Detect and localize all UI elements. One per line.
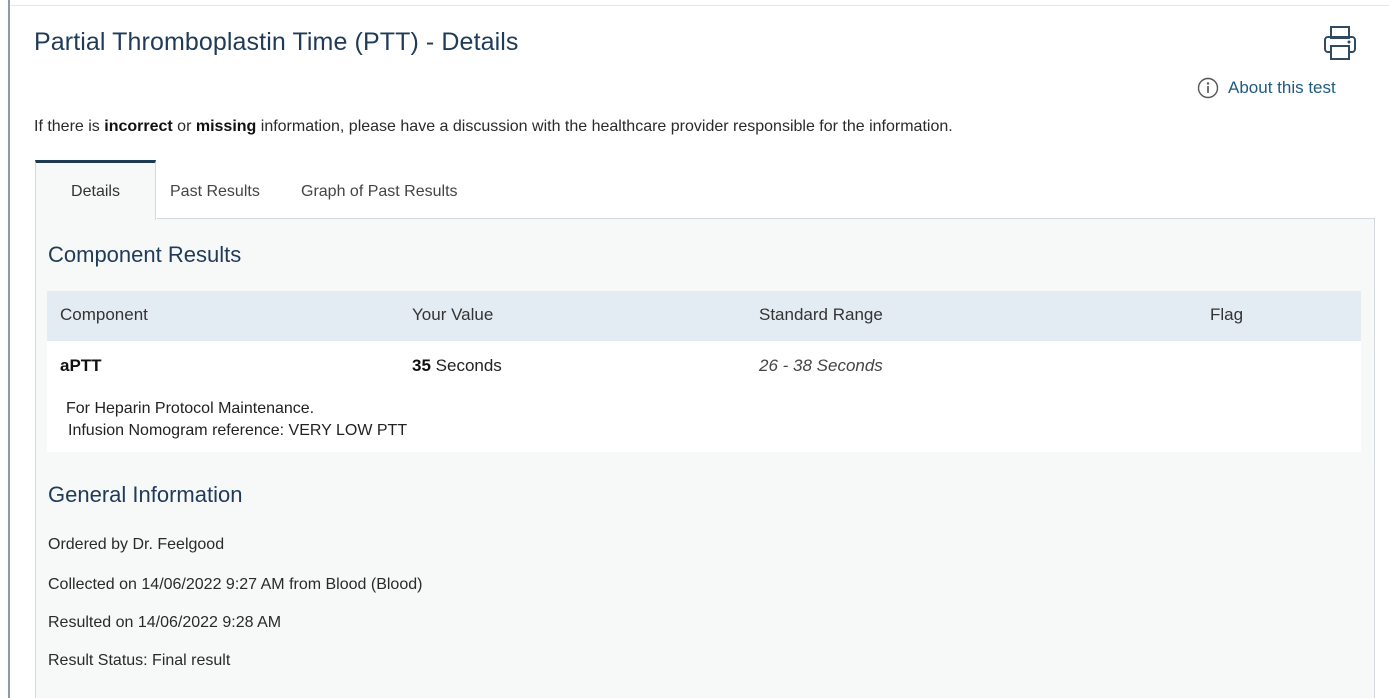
tab-details[interactable]: Details [35, 160, 156, 220]
general-information-heading: General Information [48, 482, 243, 507]
left-border [8, 0, 10, 698]
ordered-by: Ordered by Dr. Feelgood [48, 536, 225, 553]
print-button[interactable] [1320, 22, 1362, 66]
page-title: Partial Thromboplastin Time (PTT) - Deta… [34, 28, 519, 56]
resulted-on: Resulted on 14/06/2022 9:28 AM [48, 614, 282, 631]
notice-text-2: or [172, 118, 196, 135]
value-number: 35 [412, 356, 431, 375]
notice-bold-incorrect: incorrect [104, 118, 173, 135]
component-name: aPTT [60, 356, 102, 375]
result-comment: For Heparin Protocol Maintenance. Infusi… [66, 398, 407, 442]
notice-text-3: information, please have a discussion wi… [256, 118, 953, 135]
column-header-standard-range: Standard Range [759, 305, 883, 324]
tab-past-results[interactable]: Past Results [170, 183, 260, 201]
notice-bold-missing: missing [195, 118, 257, 135]
column-header-component: Component [60, 305, 148, 324]
comment-line-1: For Heparin Protocol Maintenance. [66, 400, 315, 417]
column-header-flag: Flag [1210, 305, 1244, 324]
standard-range-value: 26 - 38 Seconds [759, 356, 883, 375]
tab-details-label: Details [71, 182, 120, 200]
info-notice: If there is incorrect or missing informa… [34, 118, 953, 136]
tab-graph-of-past-results[interactable]: Graph of Past Results [301, 183, 458, 201]
value-unit: Seconds [430, 356, 502, 375]
printer-icon [1324, 26, 1356, 60]
about-this-test-label: About this test [1228, 78, 1336, 97]
collected-on: Collected on 14/06/2022 9:27 AM from Blo… [48, 576, 423, 593]
about-this-test-link[interactable]: About this test [1197, 77, 1336, 99]
result-status: Result Status: Final result [48, 652, 231, 669]
notice-text-1: If there is [34, 118, 105, 135]
comment-line-2: Infusion Nomogram reference: VERY LOW PT… [68, 422, 408, 439]
test-details-page: Partial Thromboplastin Time (PTT) - Deta… [0, 0, 1389, 698]
component-results-heading: Component Results [48, 242, 242, 267]
column-header-your-value: Your Value [412, 305, 494, 324]
top-divider [10, 5, 1389, 6]
info-circle-icon [1197, 77, 1219, 99]
results-table-header [47, 291, 1361, 341]
component-value: 35 Seconds [412, 356, 502, 376]
tabs-divider [157, 218, 1375, 219]
